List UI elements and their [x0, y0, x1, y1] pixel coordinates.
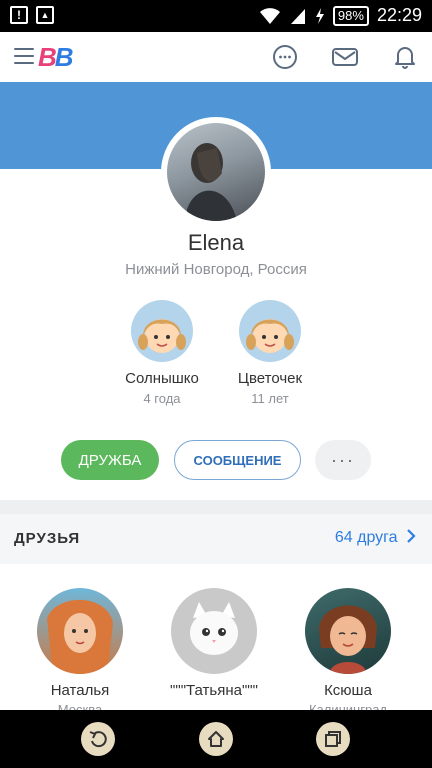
message-button[interactable]: СООБЩЕНИЕ [174, 440, 301, 480]
home-button[interactable] [199, 722, 233, 756]
child-avatar [131, 300, 193, 362]
child-avatar [239, 300, 301, 362]
profile-avatar[interactable] [161, 117, 271, 227]
child-name: Цветочек [237, 370, 303, 387]
friend-avatar [305, 588, 391, 674]
friends-header: ДРУЗЬЯ 64 друга [0, 514, 432, 564]
alert-notification-icon: ! [10, 6, 28, 24]
child-card[interactable]: Цветочек 11 лет [210, 300, 330, 406]
home-icon [208, 731, 224, 747]
friend-card[interactable]: Ксюша Калининград [288, 588, 408, 717]
profile-city: Нижний Новгород, Россия [125, 261, 307, 278]
back-icon [89, 731, 107, 748]
friend-name: """Татьяна""" [170, 682, 258, 699]
wifi-icon [259, 7, 280, 24]
friend-avatar [37, 588, 123, 674]
menu-icon[interactable] [14, 48, 34, 66]
friends-count-link[interactable]: 64 друга [335, 529, 416, 547]
recents-icon [325, 731, 341, 747]
app-header: BB [0, 32, 432, 83]
child-age: 11 лет [251, 391, 289, 406]
child-name: Солнышко [125, 370, 199, 387]
child-age: 4 года [143, 391, 181, 406]
friend-avatar [171, 588, 257, 674]
bell-icon[interactable] [388, 40, 422, 74]
recents-button[interactable] [316, 722, 350, 756]
more-button[interactable]: ··· [315, 440, 371, 480]
friend-button[interactable]: ДРУЖБА [61, 440, 159, 480]
back-button[interactable] [81, 722, 115, 756]
section-divider [0, 500, 432, 514]
app-logo[interactable]: BB [38, 42, 74, 73]
friends-title: ДРУЗЬЯ [14, 530, 81, 547]
profile-name: Elena [187, 230, 245, 255]
signal-icon [290, 8, 305, 24]
system-nav-bar [0, 710, 432, 768]
charging-icon [315, 7, 324, 24]
chat-icon[interactable] [268, 40, 302, 74]
child-card[interactable]: Солнышко 4 года [102, 300, 222, 406]
friend-card[interactable]: Наталья Москва [20, 588, 140, 717]
friend-card[interactable]: """Татьяна""" [154, 588, 274, 702]
chevron-right-icon [407, 529, 416, 543]
status-bar: ! ▲ 98% 22:29 [0, 0, 432, 32]
friend-name: Ксюша [324, 682, 372, 699]
mail-icon[interactable] [328, 40, 362, 74]
image-notification-icon: ▲ [36, 6, 54, 24]
friends-count: 64 друга [334, 529, 398, 546]
clock: 22:29 [376, 5, 422, 25]
battery-level: 98% [332, 5, 369, 26]
friend-name: Наталья [50, 682, 110, 699]
